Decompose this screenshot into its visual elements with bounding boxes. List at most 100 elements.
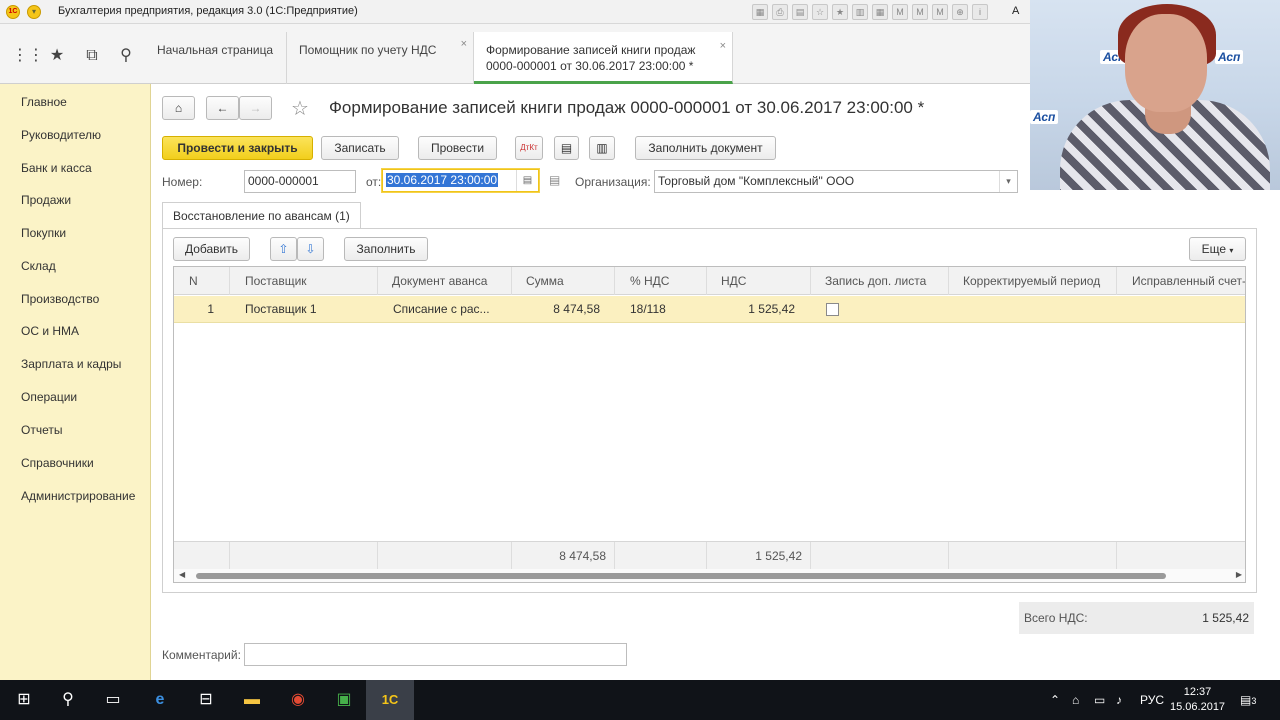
history-list-icon[interactable]: ▤ (549, 173, 560, 187)
forward-button[interactable]: → (239, 96, 272, 120)
sidebar-item-main[interactable]: Главное (21, 95, 67, 109)
row-vat[interactable]: 1 525,42 (707, 296, 803, 323)
document-print-icon[interactable]: ▤ (554, 136, 579, 160)
print-icon[interactable]: ⎙ (772, 4, 788, 20)
row-supplier[interactable]: Поставщик 1 (237, 296, 377, 323)
sidebar-item-sales[interactable]: Продажи (21, 193, 71, 207)
comment-field[interactable] (244, 643, 627, 666)
scrollbar-thumb[interactable] (196, 573, 1166, 579)
tab-vat-assistant[interactable]: Помощник по учету НДС × (287, 32, 474, 84)
back-button[interactable]: ← (206, 96, 239, 120)
column-header[interactable]: Запись доп. листа (811, 267, 949, 295)
home-button[interactable]: ⌂ (162, 96, 195, 120)
show-hidden-icons-icon[interactable]: ⌃ (1050, 693, 1060, 707)
move-down-icon[interactable]: ⇩ (297, 237, 324, 261)
move-up-icon[interactable]: ⇧ (270, 237, 297, 261)
sidebar-item-fixed-assets[interactable]: ОС и НМА (21, 324, 79, 338)
add-favorite-icon[interactable]: ☆ (812, 4, 828, 20)
apps-grid-icon[interactable]: ⋮⋮ (12, 46, 44, 66)
network-icon[interactable]: ⌂ (1072, 693, 1079, 707)
column-header[interactable]: Сумма (512, 267, 615, 295)
language-indicator[interactable]: РУС (1140, 693, 1164, 707)
date-label: от: (366, 175, 382, 189)
edge-icon[interactable]: e (148, 688, 172, 712)
date-field[interactable]: 30.06.2017 23:00:00 ▤ (382, 169, 539, 192)
logo-icon: Асп (1030, 110, 1059, 124)
battery-icon[interactable]: ▭ (1094, 693, 1105, 707)
search-icon[interactable]: ⚲ (56, 688, 80, 712)
sidebar-item-catalogs[interactable]: Справочники (21, 456, 94, 470)
table-row[interactable]: 1 Поставщик 1 Списание с рас... 8 474,58… (174, 296, 1245, 323)
history-icon[interactable]: ⧉ (82, 46, 102, 66)
column-header[interactable]: НДС (707, 267, 811, 295)
more-menu-button[interactable]: Еще ▾ (1189, 237, 1246, 261)
briefcase-icon[interactable]: ▣ (332, 688, 356, 712)
save-button[interactable]: Записать (321, 136, 399, 160)
user-name[interactable]: А (1012, 5, 1019, 17)
row-number[interactable]: 1 (174, 296, 222, 323)
column-header[interactable]: N (174, 267, 230, 295)
add-row-button[interactable]: Добавить (173, 237, 250, 261)
memory-minus-icon[interactable]: M (932, 4, 948, 20)
memory-icon[interactable]: M (892, 4, 908, 20)
action-center-icon[interactable]: ▤3 (1240, 693, 1256, 707)
sidebar-item-payroll[interactable]: Зарплата и кадры (21, 357, 121, 371)
sidebar-item-production[interactable]: Производство (21, 292, 99, 306)
task-view-icon[interactable]: ▭ (101, 688, 125, 712)
grid-icon[interactable]: ▦ (752, 4, 768, 20)
extra-sheet-checkbox[interactable] (826, 303, 839, 316)
sidebar-item-warehouse[interactable]: Склад (21, 259, 56, 273)
sidebar-item-admin[interactable]: Администрирование (21, 489, 135, 503)
fill-table-button[interactable]: Заполнить (344, 237, 428, 261)
sidebar-item-reports[interactable]: Отчеты (21, 423, 62, 437)
zoom-icon[interactable]: ⊕ (952, 4, 968, 20)
horizontal-scrollbar[interactable]: ◀ ▶ (174, 569, 1245, 582)
post-button[interactable]: Провести (418, 136, 497, 160)
favorites-star-icon[interactable]: ★ (47, 46, 67, 66)
column-header[interactable]: Исправленный счет- (1117, 267, 1245, 295)
app-logo-icon[interactable]: 1С (6, 5, 20, 19)
calendar-icon[interactable]: ▤ (516, 170, 538, 191)
start-icon[interactable]: ⊞ (12, 688, 36, 712)
sidebar-item-operations[interactable]: Операции (21, 390, 77, 404)
journal-entries-icon[interactable]: ДтКт (515, 136, 543, 160)
post-and-close-button[interactable]: Провести и закрыть (162, 136, 313, 160)
main-menu-icon[interactable]: ▾ (27, 5, 41, 19)
tab-advance-restoration[interactable]: Восстановление по авансам (1) (162, 202, 361, 229)
info-icon[interactable]: i (972, 4, 988, 20)
fill-document-button[interactable]: Заполнить документ (635, 136, 776, 160)
column-header[interactable]: Корректируемый период (949, 267, 1117, 295)
close-tab-icon[interactable]: × (461, 38, 467, 50)
1c-app-icon[interactable]: 1С (366, 680, 414, 720)
favorite-star-icon[interactable]: ☆ (291, 96, 309, 121)
chevron-down-icon[interactable]: ▾ (999, 171, 1017, 192)
clock[interactable]: 12:37 15.06.2017 (1170, 685, 1225, 715)
organization-field[interactable]: Торговый дом "Комплексный" ООО ▾ (654, 170, 1018, 193)
tab-sales-book[interactable]: Формирование записей книги продаж 0000-0… (474, 32, 733, 84)
calculator-icon[interactable]: ▥ (852, 4, 868, 20)
preview-icon[interactable]: ▤ (792, 4, 808, 20)
sidebar-item-purchases[interactable]: Покупки (21, 226, 66, 240)
row-sum[interactable]: 8 474,58 (512, 296, 608, 323)
column-header[interactable]: % НДС (615, 267, 707, 295)
search-icon[interactable]: ⚲ (116, 46, 136, 66)
scroll-right-icon[interactable]: ▶ (1236, 570, 1242, 579)
report-icon[interactable]: ▥ (589, 136, 615, 160)
chrome-icon[interactable]: ◉ (286, 688, 310, 712)
tab-home[interactable]: Начальная страница (145, 32, 287, 84)
volume-icon[interactable]: ♪ (1116, 693, 1122, 707)
number-field[interactable]: 0000-000001 (244, 170, 356, 193)
memory-plus-icon[interactable]: M (912, 4, 928, 20)
row-advance-document[interactable]: Списание с рас... (385, 296, 511, 323)
favorites-icon[interactable]: ★ (832, 4, 848, 20)
store-icon[interactable]: ⊟ (194, 688, 218, 712)
column-header[interactable]: Поставщик (230, 267, 378, 295)
column-header[interactable]: Документ аванса (378, 267, 512, 295)
row-vat-rate[interactable]: 18/118 (622, 296, 706, 323)
calendar-icon[interactable]: ▦ (872, 4, 888, 20)
file-explorer-icon[interactable]: ▬ (240, 688, 264, 712)
sidebar-item-bank[interactable]: Банк и касса (21, 161, 92, 175)
close-tab-icon[interactable]: × (720, 38, 726, 54)
scroll-left-icon[interactable]: ◀ (179, 570, 185, 579)
sidebar-item-manager[interactable]: Руководителю (21, 128, 101, 142)
